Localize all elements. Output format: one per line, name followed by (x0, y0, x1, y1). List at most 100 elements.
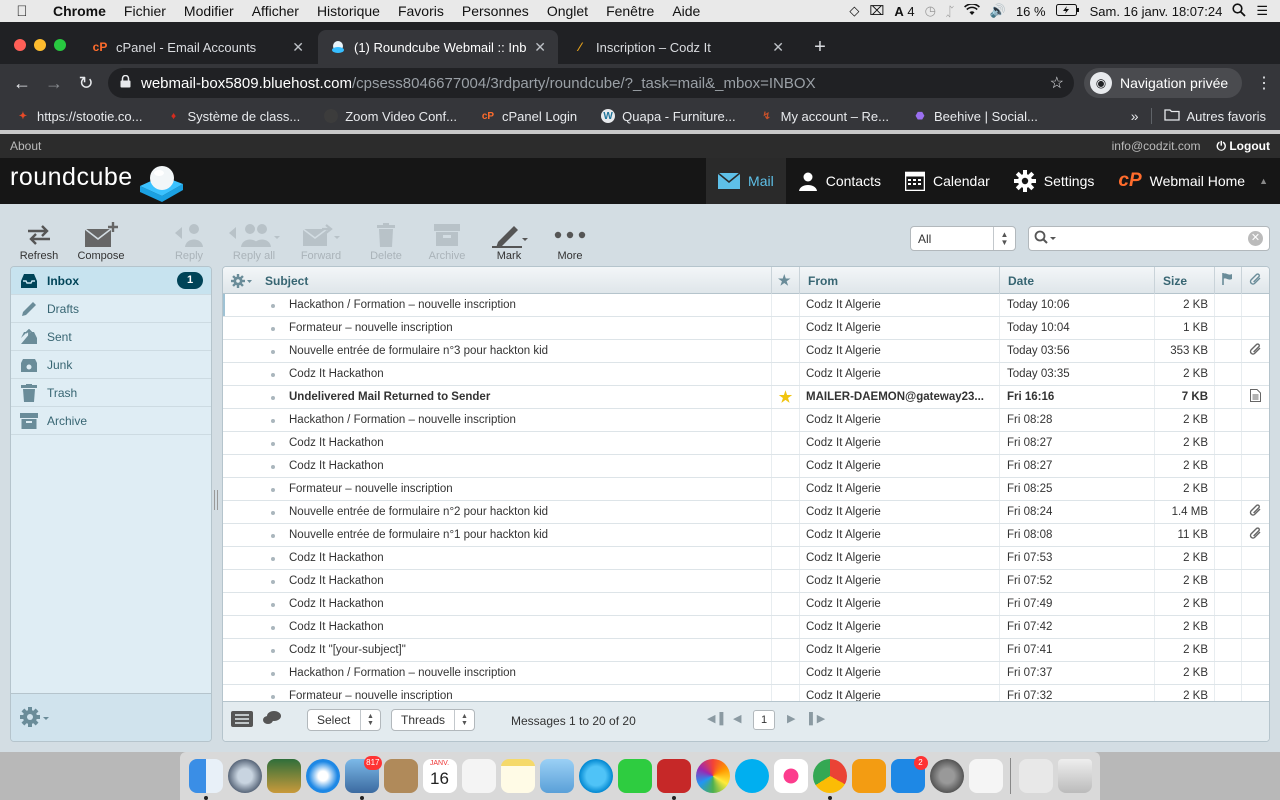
status-dot-icon[interactable] (271, 695, 275, 699)
message-row[interactable]: Codz It Hackathon Codz It Algerie Fri 08:2… (223, 455, 1269, 478)
message-subject[interactable]: Codz It Hackathon (289, 460, 384, 472)
first-page-icon[interactable]: ◀▐ (707, 712, 723, 725)
folder-drafts[interactable]: Drafts (11, 295, 211, 323)
photo-booth-icon[interactable] (266, 759, 301, 793)
menu-onglet[interactable]: Onglet (538, 3, 597, 19)
zoom-window-button[interactable] (54, 39, 66, 51)
message-subject-cell[interactable]: Formateur – nouvelle inscription (223, 317, 771, 339)
status-dot-icon[interactable] (271, 580, 275, 584)
more-bookmarks-chevron-icon[interactable]: » (1119, 108, 1151, 124)
message-subject[interactable]: Undelivered Mail Returned to Sender (289, 391, 490, 403)
last-page-icon[interactable]: ▌▶ (809, 712, 825, 725)
clear-search-icon[interactable]: ✕ (1248, 231, 1263, 246)
status-dot-icon[interactable] (271, 557, 275, 561)
close-window-button[interactable] (14, 39, 26, 51)
message-subject-cell[interactable]: Codz It Hackathon (223, 593, 771, 615)
list-view-icon[interactable] (231, 711, 253, 727)
message-flag-status-cell[interactable] (1214, 317, 1241, 339)
message-row[interactable]: Formateur – nouvelle inscription Codz It … (223, 685, 1269, 702)
folder-archive[interactable]: Archive (11, 407, 211, 435)
message-flag-cell[interactable] (771, 662, 799, 684)
task-contacts[interactable]: Contacts (786, 158, 893, 204)
message-flag-cell[interactable] (771, 570, 799, 592)
volume-icon[interactable]: 🔊 (990, 3, 1006, 19)
status-dot-icon[interactable] (271, 511, 275, 515)
status-dot-icon[interactable] (271, 488, 275, 492)
message-row[interactable]: Codz It Hackathon Codz It Algerie Fri 08:2… (223, 432, 1269, 455)
bookmark-beehive[interactable]: ⬣ Beehive | Social... (897, 109, 1046, 124)
message-row[interactable]: Nouvelle entrée de formulaire n°3 pour h… (223, 340, 1269, 363)
message-subject-cell[interactable]: Hackathon / Formation – nouvelle inscrip… (223, 662, 771, 684)
folder-junk[interactable]: Junk (11, 351, 211, 379)
close-icon[interactable]: ✕ (292, 39, 304, 56)
close-icon[interactable]: ✕ (534, 39, 546, 56)
tab-roundcube[interactable]: (1) Roundcube Webmail :: Inbo ✕ (318, 30, 558, 64)
message-flag-status-cell[interactable] (1214, 409, 1241, 431)
address-bar[interactable]: webmail-box5809.bluehost.com /cpsess8046… (108, 68, 1074, 98)
finder-icon[interactable] (188, 759, 223, 800)
other-bookmarks-folder[interactable]: Autres favoris (1163, 108, 1280, 124)
message-subject-cell[interactable]: Codz It "[your-subject]" (223, 639, 771, 661)
status-dot-icon[interactable] (271, 649, 275, 653)
message-flag-cell[interactable] (771, 616, 799, 638)
about-link[interactable]: About (10, 139, 41, 153)
message-row[interactable]: Codz It Hackathon Codz It Algerie Fri 07:4… (223, 616, 1269, 639)
message-subject-cell[interactable]: Nouvelle entrée de formulaire n°2 pour h… (223, 501, 771, 523)
reply-button[interactable]: Reply (160, 220, 218, 262)
message-flag-status-cell[interactable] (1214, 455, 1241, 477)
status-dot-icon[interactable] (271, 442, 275, 446)
bluetooth-icon[interactable]: ᛢ (946, 4, 954, 19)
compose-button[interactable]: Compose (72, 220, 130, 262)
search-input[interactable]: ✕ (1028, 226, 1270, 251)
calendar-app-icon[interactable]: JANV. 16 (422, 759, 457, 793)
message-flag-cell[interactable] (771, 294, 799, 316)
message-subject-cell[interactable]: Nouvelle entrée de formulaire n°1 pour h… (223, 524, 771, 546)
message-row[interactable]: Codz It Hackathon Codz It Algerie Fri 07:5… (223, 570, 1269, 593)
threads-menu[interactable]: Threads ▲ ▼ (391, 709, 475, 731)
clock[interactable]: Sam. 16 janv. 18:07:24 (1090, 4, 1223, 19)
safari-icon[interactable] (305, 759, 340, 793)
incognito-indicator[interactable]: ◉ Navigation privée (1084, 68, 1243, 98)
column-size[interactable]: Size (1154, 267, 1214, 294)
trash-bin-icon[interactable] (1057, 759, 1092, 793)
lock-icon[interactable] (120, 74, 131, 91)
mute-icon[interactable]: ⌧ (869, 3, 884, 19)
reminders-icon[interactable] (461, 759, 496, 793)
message-flag-status-cell[interactable] (1214, 685, 1241, 702)
menu-personnes[interactable]: Personnes (453, 3, 538, 19)
message-row[interactable]: Codz It "[your-subject]" Codz It Algerie F… (223, 639, 1269, 662)
collapse-chevron-icon[interactable]: ▲ (1259, 176, 1268, 186)
next-page-icon[interactable]: ▶ (787, 712, 795, 725)
previous-page-icon[interactable]: ◀ (733, 712, 741, 725)
battery-percent[interactable]: 16 % (1016, 4, 1046, 19)
message-subject-cell[interactable]: Formateur – nouvelle inscription (223, 685, 771, 702)
column-date[interactable]: Date (999, 267, 1154, 294)
message-subject[interactable]: Codz It "[your-subject]" (289, 644, 406, 656)
bookmark-systeme-de-classe[interactable]: ♦ Système de class... (151, 109, 309, 124)
star-icon[interactable]: ★ (779, 388, 792, 406)
status-icon[interactable]: ◇ (849, 3, 859, 19)
message-row[interactable]: Undelivered Mail Returned to Sender ★ MAIL… (223, 386, 1269, 409)
message-flag-cell[interactable] (771, 547, 799, 569)
status-dot-icon[interactable] (271, 534, 275, 538)
roundcube-logo[interactable]: roundcube (10, 163, 133, 192)
message-flag-cell[interactable] (771, 593, 799, 615)
menu-fenetre[interactable]: Fenêtre (597, 3, 663, 19)
message-row[interactable]: Codz It Hackathon Codz It Algerie Fri 07:4… (223, 593, 1269, 616)
menu-app-chrome[interactable]: Chrome (44, 3, 115, 19)
message-flag-status-cell[interactable] (1214, 432, 1241, 454)
menu-modifier[interactable]: Modifier (175, 3, 243, 19)
refresh-button[interactable]: Refresh (10, 220, 68, 262)
folder-options-gear-icon[interactable] (19, 706, 49, 728)
message-subject[interactable]: Hackathon / Formation – nouvelle inscrip… (289, 667, 516, 679)
launchpad-icon[interactable] (227, 759, 262, 793)
column-attachment[interactable] (1241, 267, 1269, 294)
facetime-icon[interactable] (617, 759, 652, 793)
message-subject-cell[interactable]: Undelivered Mail Returned to Sender (223, 386, 771, 408)
music-icon[interactable] (773, 759, 808, 793)
more-button[interactable]: More (541, 220, 599, 262)
message-flag-status-cell[interactable] (1214, 524, 1241, 546)
close-icon[interactable]: ✕ (772, 39, 784, 56)
message-row[interactable]: Nouvelle entrée de formulaire n°2 pour h… (223, 501, 1269, 524)
message-flag-status-cell[interactable] (1214, 593, 1241, 615)
